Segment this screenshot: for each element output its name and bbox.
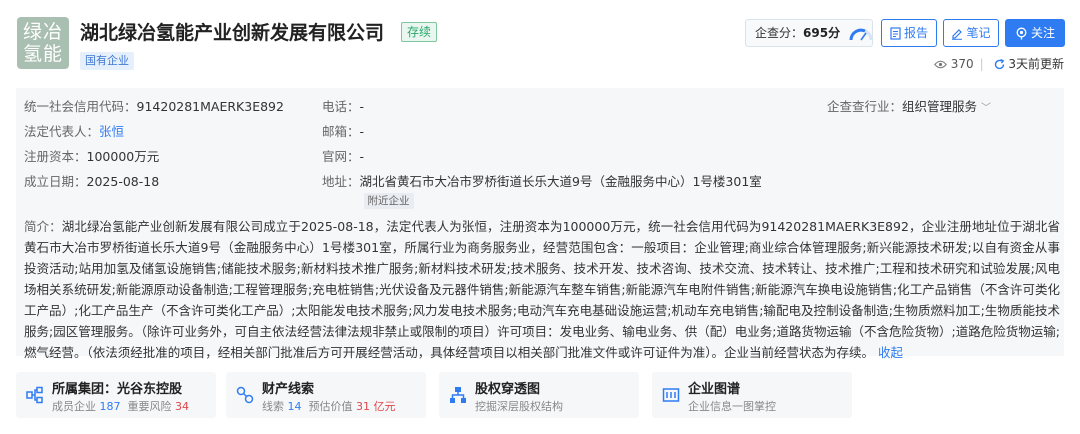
score-box[interactable]: 企查分：695分: [745, 19, 873, 47]
card-property-title: 财产线索: [262, 382, 315, 397]
email-field: 邮箱：-: [322, 123, 364, 141]
clue-count[interactable]: 14: [288, 400, 302, 413]
capital-value: 100000万元: [86, 149, 160, 164]
legal-rep-field: 法定代表人：张恒: [24, 123, 124, 141]
website-value: -: [359, 149, 365, 164]
phone-label: 电话：: [322, 99, 360, 114]
card-graph-sub: 企业信息一图掌控: [688, 400, 776, 413]
nearby-companies-tag[interactable]: 附近企业: [363, 193, 414, 209]
risk-label: 重要风险: [127, 400, 172, 413]
chevron-down-icon: ﹀: [981, 103, 992, 114]
score-label: 企查分：: [755, 26, 804, 40]
capital-field: 注册资本：100000万元: [24, 148, 159, 166]
gauge-icon: [849, 28, 873, 40]
address-field: 地址： 湖北省黄石市大冶市罗桥街道长乐大道9号（金融服务中心）1号楼301室附近…: [322, 173, 812, 209]
refresh-icon[interactable]: [994, 58, 1005, 70]
card-equity-sub: 挖掘深层股权结构: [475, 400, 563, 413]
eye-icon: [934, 60, 947, 69]
legal-rep-link[interactable]: 张恒: [99, 124, 124, 139]
capital-label: 注册资本：: [24, 149, 87, 164]
card-group-sub: 成员企业 187 重要风险 34: [52, 398, 189, 414]
company-logo: 绿冶 氢能: [17, 17, 69, 69]
follow-label: 关注: [1030, 26, 1055, 40]
company-name: 湖北绿冶氢能产业创新发展有限公司: [80, 22, 385, 44]
card-graph[interactable]: 企业图谱 企业信息一图掌控: [652, 372, 852, 418]
founded-value: 2025-08-18: [86, 174, 160, 189]
founded-label: 成立日期：: [24, 174, 87, 189]
card-equity-title: 股权穿透图: [475, 382, 541, 397]
intro-text: 湖北绿冶氢能产业创新发展有限公司成立于2025-08-18，法定代表人为张恒，注…: [24, 219, 1060, 360]
email-value: -: [359, 124, 365, 139]
status-badge: 存续: [401, 22, 438, 42]
address-text[interactable]: 湖北省黄石市大冶市罗桥街道长乐大道9号（金融服务中心）1号楼301室: [360, 174, 762, 189]
email-label: 邮箱：: [322, 124, 360, 139]
document-icon: [890, 27, 901, 40]
company-type-tag[interactable]: 国有企业: [80, 52, 134, 70]
risk-count[interactable]: 34: [175, 400, 189, 413]
company-intro: 简介：湖北绿冶氢能产业创新发展有限公司成立于2025-08-18，法定代表人为张…: [24, 216, 1060, 363]
link-icon: [236, 386, 254, 404]
meta-line: 370 | 3天前更新: [934, 55, 1064, 72]
note-label: 笔记: [966, 26, 991, 40]
note-button[interactable]: 笔记: [943, 19, 999, 47]
phone-field: 电话：-: [322, 98, 364, 116]
industry-label: 企查查行业：: [827, 99, 903, 114]
intro-label: 简介：: [24, 219, 62, 234]
industry-field[interactable]: 企查查行业：组织管理服务 ﹀: [827, 98, 991, 118]
credit-code-label: 统一社会信用代码：: [24, 99, 137, 114]
card-property-sub: 线索 14 预估价值 31 亿元: [262, 398, 396, 414]
card-property[interactable]: 财产线索 线索 14 预估价值 31 亿元: [226, 372, 426, 418]
credit-code-field: 统一社会信用代码：91420281MAERK3E892: [24, 98, 284, 116]
info-panel: 统一社会信用代码：91420281MAERK3E892 法定代表人：张恒 注册资…: [16, 88, 1064, 360]
graph-icon: [662, 388, 680, 402]
website-label: 官网：: [322, 149, 360, 164]
value-unit: 亿元: [373, 400, 396, 413]
clue-label: 线索: [262, 400, 284, 413]
address-value: 湖北省黄石市大冶市罗桥街道长乐大道9号（金融服务中心）1号楼301室附近企业: [360, 173, 812, 209]
group-icon: [26, 386, 43, 404]
follow-icon: [1016, 27, 1027, 40]
report-button[interactable]: 报告: [881, 19, 937, 47]
address-label: 地址：: [322, 174, 360, 189]
website-field: 官网：-: [322, 148, 364, 166]
phone-value: -: [359, 99, 365, 114]
equity-tree-icon: [450, 387, 466, 403]
card-group-title: 所属集团：光谷东控股: [52, 382, 183, 397]
member-count[interactable]: 187: [100, 400, 121, 413]
score-value: 695分: [803, 26, 841, 40]
credit-code-value[interactable]: 91420281MAERK3E892: [137, 99, 284, 114]
founded-field: 成立日期：2025-08-18: [24, 173, 159, 191]
report-label: 报告: [903, 26, 928, 40]
pencil-icon: [952, 28, 963, 40]
collapse-link[interactable]: 收起: [878, 345, 903, 360]
industry-value: 组织管理服务: [902, 99, 978, 114]
view-count: 370: [950, 57, 974, 71]
card-group[interactable]: 所属集团：光谷东控股 成员企业 187 重要风险 34: [16, 372, 216, 418]
follow-button[interactable]: 关注: [1005, 19, 1065, 47]
legal-rep-label: 法定代表人：: [24, 124, 100, 139]
updated-text: 3天前更新: [1008, 57, 1064, 71]
value-label: 预估价值: [308, 400, 353, 413]
card-graph-title: 企业图谱: [688, 382, 741, 397]
value-amount[interactable]: 31: [356, 400, 370, 413]
member-label: 成员企业: [52, 400, 96, 413]
card-equity[interactable]: 股权穿透图 挖掘深层股权结构: [439, 372, 639, 418]
